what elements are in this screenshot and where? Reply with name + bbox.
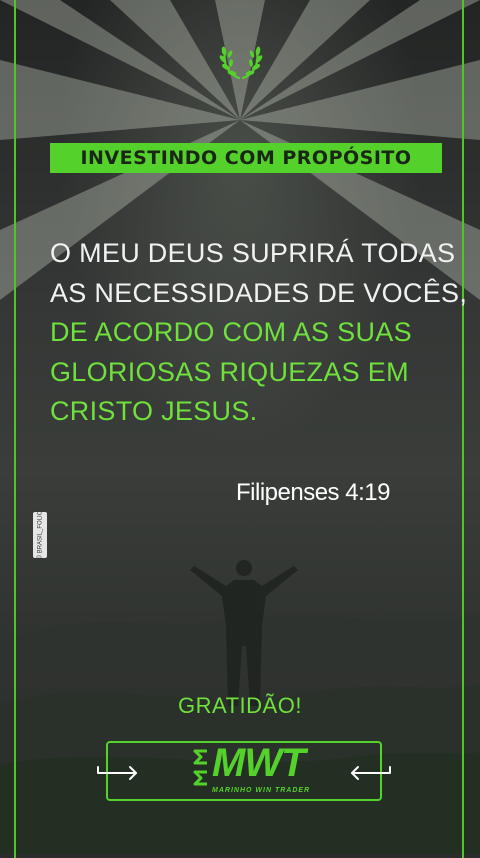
quote-line-3: DE ACORDO COM AS SUAS — [50, 317, 412, 347]
quote-line-4: GLORIOSAS RIQUEZAS EM — [50, 356, 409, 387]
bible-quote: O MEU DEUS SUPRIRÁ TODAS AS NECESSIDADES… — [50, 234, 468, 432]
quote-line-1: O MEU DEUS SUPRIRÁ TODAS — [50, 238, 456, 268]
title-banner: INVESTINDO COM PROPÓSITO — [50, 143, 442, 173]
mw-monogram-icon — [193, 749, 207, 786]
quote-line-5: CRISTO JESUS. — [50, 396, 258, 426]
brand-name: MWT — [212, 741, 306, 785]
brand-logo-box: MWT MARINHO WIN TRADER — [97, 741, 391, 801]
brand-subtitle: MARINHO WIN TRADER — [212, 787, 311, 794]
photo-credit-badge: © BRASIL_FOLIO — [33, 510, 47, 560]
laurel-icon — [219, 46, 263, 80]
person-silhouette — [190, 560, 298, 706]
photo-credit-text: © BRASIL_FOLIO — [37, 510, 43, 560]
quote-line-2: AS NECESSIDADES DE VOCÊS, — [50, 277, 468, 308]
arrow-right-icon — [97, 766, 137, 780]
verse-reference: Filipenses 4:19 — [236, 479, 390, 506]
arrow-left-icon — [351, 766, 391, 780]
gratitude-text: GRATIDÃO! — [178, 693, 302, 718]
